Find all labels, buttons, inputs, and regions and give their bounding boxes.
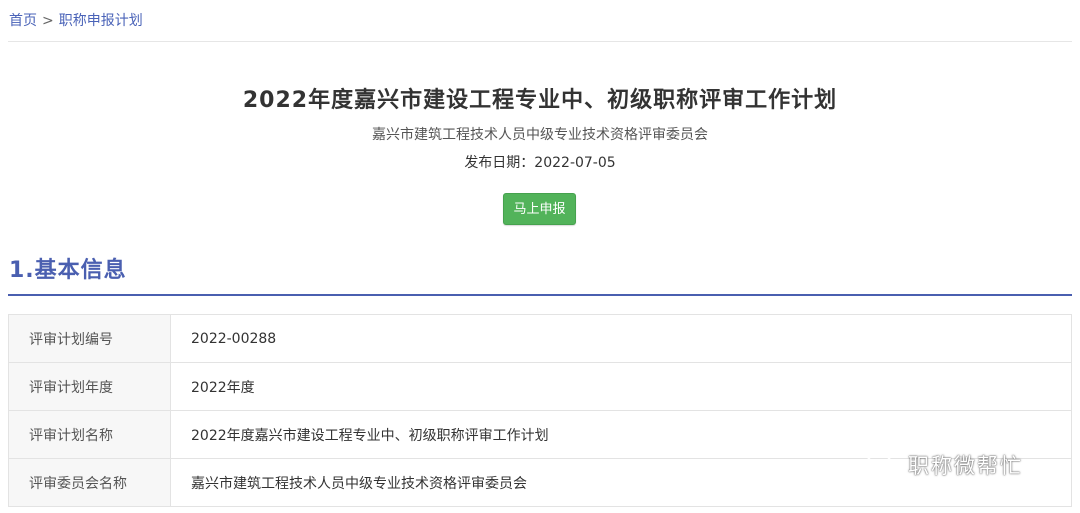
- table-row: 评审计划编号 2022-00288: [8, 314, 1072, 363]
- apply-now-button[interactable]: 马上申报: [503, 193, 576, 225]
- publish-date: 发布日期：2022-07-05: [464, 155, 616, 171]
- section-heading-basic-info: 1.基本信息: [9, 258, 127, 283]
- committee-name: 嘉兴市建筑工程技术人员中级专业技术资格评审委员会: [372, 127, 708, 143]
- page-title: 2022年度嘉兴市建设工程专业中、初级职称评审工作计划: [242, 88, 838, 113]
- section-divider: [8, 294, 1072, 296]
- row-label: 评审计划编号: [8, 314, 171, 363]
- row-label: 评审委员会名称: [8, 458, 171, 507]
- table-row: 评审计划年度 2022年度: [8, 362, 1072, 411]
- watermark: 职称微帮忙: [866, 450, 1023, 480]
- breadcrumb-home-link[interactable]: 首页: [9, 13, 37, 29]
- row-value: 2022-00288: [170, 314, 1072, 363]
- row-label: 评审计划年度: [8, 362, 171, 411]
- breadcrumb: 首页 > 职称申报计划: [9, 10, 143, 32]
- breadcrumb-separator: >: [42, 13, 54, 29]
- wechat-icon: [866, 451, 901, 477]
- watermark-text: 职称微帮忙: [908, 454, 1023, 478]
- breadcrumb-current-link[interactable]: 职称申报计划: [59, 13, 143, 29]
- row-label: 评审计划名称: [8, 410, 171, 459]
- row-value: 2022年度: [170, 362, 1072, 411]
- breadcrumb-divider: [8, 41, 1072, 42]
